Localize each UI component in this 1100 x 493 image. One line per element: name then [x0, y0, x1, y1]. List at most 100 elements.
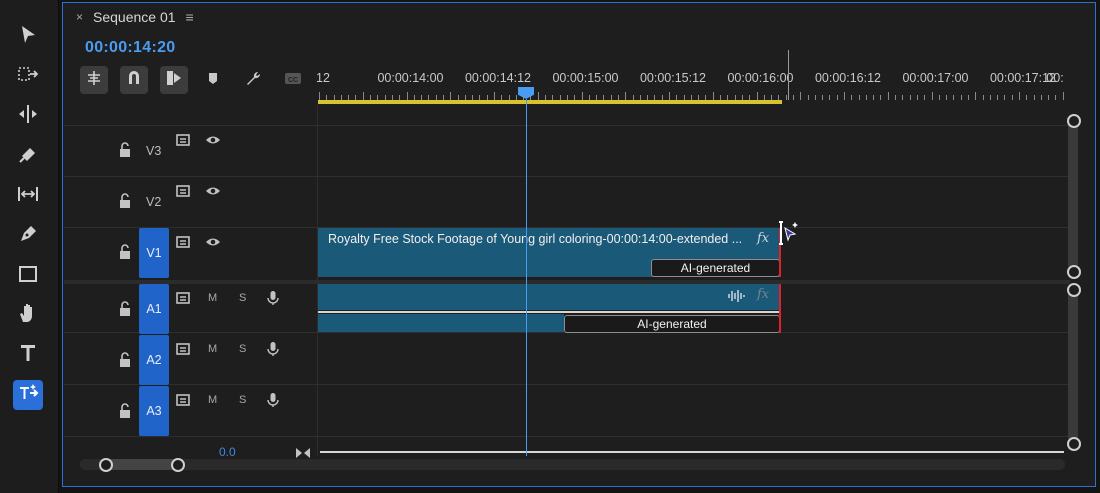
- video-scroll-bottom-handle[interactable]: [1067, 265, 1081, 279]
- horizontal-zoom-scrollbar[interactable]: [80, 459, 1065, 470]
- mute-a3-button[interactable]: M: [208, 394, 217, 406]
- toggle-output-v3-button[interactable]: [205, 132, 221, 153]
- video-clip-title: Royalty Free Stock Footage of Young girl…: [328, 232, 743, 246]
- ruler-tick: [851, 95, 853, 100]
- solo-a1-button[interactable]: S: [239, 292, 246, 304]
- ruler-label: 12: [316, 71, 330, 85]
- ruler-tick: [960, 95, 962, 100]
- hand-tool-button[interactable]: [10, 300, 46, 330]
- linked-selection-icon: [164, 68, 184, 93]
- ruler-tick: [581, 92, 583, 100]
- film-icon: [176, 343, 192, 361]
- ruler-tick: [1033, 95, 1035, 100]
- nest-sequence-button[interactable]: [80, 66, 108, 94]
- lock-track-v3-button[interactable]: [117, 142, 133, 163]
- track-target-a3[interactable]: A3: [139, 386, 169, 436]
- video-tracks-scrollbar[interactable]: [1068, 120, 1078, 270]
- slip-tool-button[interactable]: [10, 181, 46, 211]
- audio-scroll-bottom-handle[interactable]: [1067, 437, 1081, 451]
- ruler-tick: [844, 92, 845, 100]
- ruler-tick: [909, 95, 911, 100]
- sequence-tab[interactable]: × Sequence 01 ≡: [76, 6, 194, 28]
- sync-lock-v1-button[interactable]: [176, 234, 192, 255]
- lock-track-v2-button[interactable]: [117, 193, 133, 214]
- audio-scroll-top-handle[interactable]: [1067, 283, 1081, 297]
- lock-track-v1-button[interactable]: [117, 244, 133, 265]
- toggle-output-v2-button[interactable]: [205, 183, 221, 204]
- mix-volume-value[interactable]: 0.0: [219, 445, 236, 459]
- add-marker-button[interactable]: [203, 70, 223, 90]
- video-fx-badge[interactable]: fx: [757, 231, 769, 246]
- panel-menu-icon[interactable]: ≡: [186, 9, 194, 25]
- rectangle-tool-button[interactable]: [10, 261, 46, 291]
- video-scroll-top-handle[interactable]: [1067, 114, 1081, 128]
- horizontal-scroll-thumb[interactable]: [102, 459, 182, 470]
- voiceover-record-a1-button[interactable]: [265, 290, 281, 311]
- sync-lock-a3-button[interactable]: [176, 392, 192, 413]
- track-select-tool-button[interactable]: [10, 61, 46, 91]
- audio-clip-waveform-lane[interactable]: [318, 314, 564, 332]
- ruler-tick: [975, 92, 977, 100]
- snap-button[interactable]: [120, 66, 148, 94]
- microphone-icon: [265, 291, 281, 310]
- toggle-output-v1-button[interactable]: [205, 234, 221, 255]
- sync-lock-v2-button[interactable]: [176, 183, 192, 204]
- playhead-line[interactable]: [525, 99, 527, 456]
- zoom-right-handle[interactable]: [171, 458, 185, 472]
- audio-fx-badge[interactable]: fx: [757, 287, 769, 302]
- ruler-tick: [1026, 95, 1028, 100]
- lock-track-a1-button[interactable]: [117, 301, 133, 322]
- type-tool-button[interactable]: [10, 340, 46, 370]
- track-target-v1[interactable]: V1: [139, 228, 169, 278]
- linked-selection-button[interactable]: [160, 66, 188, 94]
- mute-a2-button[interactable]: M: [208, 343, 217, 355]
- solo-a2-button[interactable]: S: [239, 343, 246, 355]
- ruler-label: 00:: [1046, 71, 1064, 85]
- ruler-tick: [880, 95, 882, 100]
- sync-lock-v3-button[interactable]: [176, 132, 192, 153]
- ruler-tick: [836, 95, 838, 100]
- ripple-edit-tool-button[interactable]: [10, 101, 46, 131]
- mute-a1-button[interactable]: M: [208, 292, 217, 304]
- work-area-bar[interactable]: [318, 100, 782, 104]
- ruler-tick: [807, 95, 809, 100]
- track-select-icon: [16, 62, 40, 91]
- voiceover-record-a2-button[interactable]: [265, 341, 281, 362]
- ruler-tick: [953, 95, 955, 100]
- track-target-a2[interactable]: A2: [139, 335, 169, 385]
- ruler-tick: [712, 92, 714, 100]
- solo-a3-button[interactable]: S: [239, 394, 246, 406]
- close-tab-button[interactable]: ×: [76, 10, 83, 24]
- ruler-tick: [625, 92, 627, 100]
- playhead-timecode[interactable]: 00:00:14:20: [85, 39, 175, 57]
- track-name-v3[interactable]: V3: [146, 144, 161, 158]
- audio-clip[interactable]: [318, 284, 780, 310]
- track-target-a1[interactable]: A1: [139, 284, 169, 334]
- ruler-label: 00:00:15:12: [639, 71, 707, 85]
- timeline-settings-button[interactable]: [243, 70, 263, 90]
- ruler-tick: [887, 92, 889, 100]
- selection-tool-button[interactable]: [10, 22, 46, 52]
- pen-tool-button[interactable]: [10, 221, 46, 251]
- sync-lock-a1-button[interactable]: [176, 290, 192, 311]
- lock-icon: [117, 352, 133, 372]
- sync-lock-a2-button[interactable]: [176, 341, 192, 362]
- voiceover-record-a3-button[interactable]: [265, 392, 281, 413]
- captions-button[interactable]: CC: [283, 70, 303, 90]
- razor-tool-button[interactable]: [10, 141, 46, 171]
- ruler-tick: [814, 95, 816, 100]
- mix-go-to-edit-button[interactable]: [295, 446, 311, 458]
- generative-extend-tool-button[interactable]: [10, 380, 46, 410]
- ruler-tick: [873, 95, 875, 100]
- ruler-tick: [406, 92, 408, 100]
- eye-icon: [205, 186, 221, 203]
- lock-track-a3-button[interactable]: [117, 403, 133, 424]
- track-name-v2[interactable]: V2: [146, 195, 161, 209]
- razor-icon: [16, 142, 40, 171]
- audio-tracks-scrollbar[interactable]: [1068, 290, 1078, 442]
- rectangle-icon: [16, 262, 40, 291]
- lock-track-a2-button[interactable]: [117, 352, 133, 373]
- zoom-left-handle[interactable]: [99, 458, 113, 472]
- ruler-tick: [938, 95, 940, 100]
- ruler-tick: [858, 95, 860, 100]
